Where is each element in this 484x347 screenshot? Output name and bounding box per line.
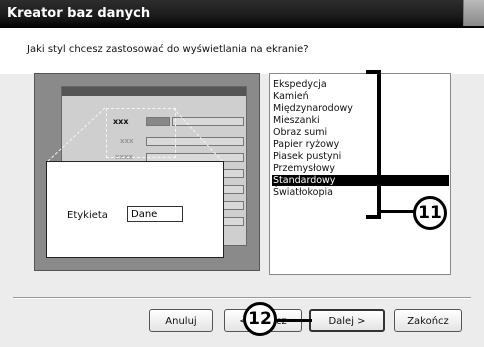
list-item[interactable]: Obraz sumi (272, 127, 327, 138)
list-item-selected[interactable]: Standardowy (272, 175, 449, 186)
list-item[interactable]: Piasek pustyni (272, 151, 341, 162)
list-item[interactable]: Przemysłowy (272, 163, 335, 174)
close-button[interactable] (463, 0, 484, 26)
callout-12: 12 (243, 302, 277, 336)
zoom-field: Dane (127, 206, 183, 222)
zoom-card: Etykieta Dane (46, 161, 224, 258)
callout-11: 11 (413, 196, 447, 230)
wizard-window: Kreator baz danych Jaki styl chcesz zast… (0, 0, 484, 347)
list-item[interactable]: Światłokopia (272, 187, 333, 198)
cancel-button[interactable]: Anuluj (149, 309, 213, 332)
list-item[interactable]: Międzynarodowy (272, 103, 353, 114)
list-item[interactable]: Kamień (272, 91, 309, 102)
window-title: Kreator baz danych (7, 6, 151, 21)
title-bar: Kreator baz danych (0, 0, 484, 28)
list-item[interactable]: Ekspedycja (272, 79, 327, 90)
list-item[interactable]: Mieszanki (272, 115, 320, 126)
next-button[interactable]: Dalej > (309, 309, 385, 332)
style-preview: xxx xxx xxxx Etykieta Dane (34, 73, 260, 271)
button-separator (13, 297, 471, 299)
style-list[interactable]: Ekspedycja Kamień Międzynarodowy Mieszan… (269, 73, 451, 275)
finish-button[interactable]: Zakończ (394, 309, 462, 332)
callout-11-leader (379, 210, 415, 213)
question-text: Jaki styl chcesz zastosować do wyświetla… (27, 44, 309, 55)
callout-bracket (366, 70, 381, 219)
zoom-label: Etykieta (67, 210, 108, 221)
list-item[interactable]: Papier ryżowy (272, 139, 339, 150)
